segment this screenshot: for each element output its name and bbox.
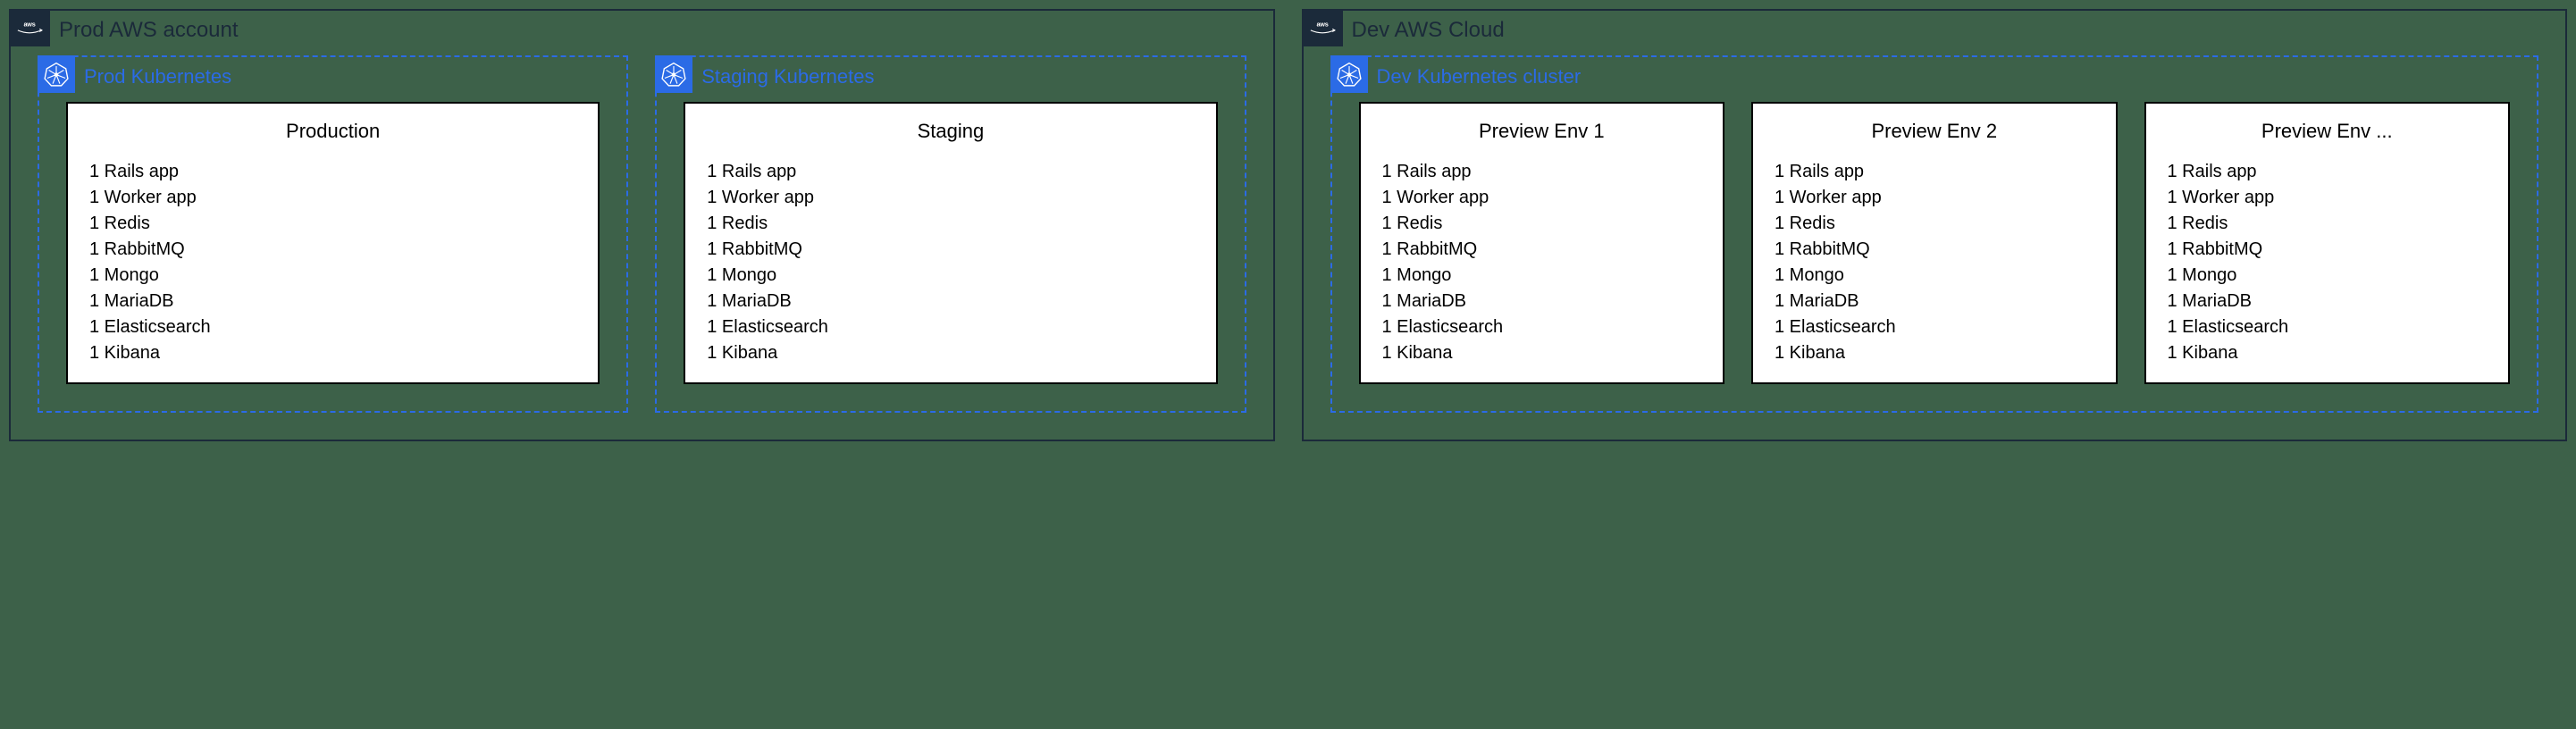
environment-item: 1 Redis xyxy=(2168,211,2488,237)
kubernetes-cluster-header: Dev Kubernetes cluster xyxy=(1330,55,1582,93)
kubernetes-cluster-header: Prod Kubernetes xyxy=(38,55,231,93)
environment-item: 1 Worker app xyxy=(1382,185,1702,211)
environment-item: 1 Worker app xyxy=(2168,185,2488,211)
environment-item: 1 Worker app xyxy=(707,185,1194,211)
environment-item: 1 Kibana xyxy=(2168,340,2488,366)
environment-box: Staging 1 Rails app1 Worker app1 Redis1 R… xyxy=(684,102,1217,384)
environment-title: Preview Env 2 xyxy=(1775,120,2094,143)
aws-logo-icon: aws xyxy=(9,9,50,46)
environment-item: 1 RabbitMQ xyxy=(707,237,1194,263)
kubernetes-cluster-title: Prod Kubernetes xyxy=(84,60,231,88)
environment-item: 1 Kibana xyxy=(1775,340,2094,366)
environment-title: Staging xyxy=(707,120,1194,143)
kubernetes-cluster: Prod Kubernetes Production 1 Rails app1 Wo… xyxy=(38,55,628,413)
environment-item: 1 Redis xyxy=(1382,211,1702,237)
environment-item: 1 Redis xyxy=(1775,211,2094,237)
environment-box: Preview Env 1 1 Rails app1 Worker app1 Re… xyxy=(1359,102,1725,384)
environment-item: 1 Mongo xyxy=(707,263,1194,289)
environments-row: Preview Env 11 Rails app1 Worker app1 Re… xyxy=(1359,102,2511,384)
environment-item: 1 Worker app xyxy=(89,185,576,211)
aws-account-title: Dev AWS Cloud xyxy=(1352,13,1505,43)
environment-item: 1 MariaDB xyxy=(1775,289,2094,314)
environment-item: 1 Elasticsearch xyxy=(2168,314,2488,340)
environment-item: 1 Elasticsearch xyxy=(89,314,576,340)
kubernetes-icon xyxy=(655,55,692,93)
environment-item: 1 Kibana xyxy=(89,340,576,366)
kubernetes-clusters-row: Prod KubernetesProduction1 Rails app1 Wo… xyxy=(38,55,1246,413)
environment-item: 1 Kibana xyxy=(1382,340,1702,366)
aws-account-header: aws Prod AWS account xyxy=(9,9,239,46)
environment-item: 1 Elasticsearch xyxy=(1775,314,2094,340)
environment-item: 1 Rails app xyxy=(2168,159,2488,185)
environment-item: 1 Redis xyxy=(89,211,576,237)
environment-item: 1 Elasticsearch xyxy=(707,314,1194,340)
kubernetes-cluster-title: Staging Kubernetes xyxy=(701,60,874,88)
environment-item: 1 MariaDB xyxy=(2168,289,2488,314)
environment-title: Preview Env 1 xyxy=(1382,120,1702,143)
environment-item: 1 Elasticsearch xyxy=(1382,314,1702,340)
environment-item: 1 Mongo xyxy=(1382,263,1702,289)
environment-title: Production xyxy=(89,120,576,143)
environment-box: Preview Env ...1 Rails app1 Worker app1 … xyxy=(2144,102,2511,384)
environment-item: 1 RabbitMQ xyxy=(1775,237,2094,263)
svg-text:aws: aws xyxy=(23,21,35,29)
environment-item: 1 MariaDB xyxy=(707,289,1194,314)
kubernetes-cluster: Dev Kubernetes cluster Preview Env 1 1 Rai… xyxy=(1330,55,2539,413)
environment-item: 1 RabbitMQ xyxy=(2168,237,2488,263)
aws-account-title: Prod AWS account xyxy=(59,13,239,43)
environment-item: 1 MariaDB xyxy=(89,289,576,314)
environment-box: Production 1 Rails app1 Worker app1 Redis… xyxy=(66,102,600,384)
environment-item: 1 Rails app xyxy=(1382,159,1702,185)
environment-item: 1 Mongo xyxy=(89,263,576,289)
environment-box: Preview Env 2 1 Rails app1 Worker app1 Re… xyxy=(1751,102,2118,384)
aws-account: aws Prod AWS account Prod KubernetesProd… xyxy=(9,9,1275,441)
environment-item: 1 Rails app xyxy=(1775,159,2094,185)
kubernetes-cluster-header: Staging Kubernetes xyxy=(655,55,874,93)
aws-logo-icon: aws xyxy=(1302,9,1343,46)
environment-item: 1 Kibana xyxy=(707,340,1194,366)
kubernetes-icon xyxy=(38,55,75,93)
kubernetes-icon xyxy=(1330,55,1368,93)
environment-item: 1 Worker app xyxy=(1775,185,2094,211)
aws-account: aws Dev AWS Cloud Dev Kubernetes cluster… xyxy=(1302,9,2568,441)
aws-account-header: aws Dev AWS Cloud xyxy=(1302,9,1505,46)
environment-item: 1 Redis xyxy=(707,211,1194,237)
svg-text:aws: aws xyxy=(1316,21,1328,29)
kubernetes-cluster-title: Dev Kubernetes cluster xyxy=(1377,60,1582,88)
environments-row: Production 1 Rails app1 Worker app1 Redis… xyxy=(66,102,600,384)
environment-item: 1 Rails app xyxy=(89,159,576,185)
environment-item: 1 RabbitMQ xyxy=(1382,237,1702,263)
environment-item: 1 Mongo xyxy=(1775,263,2094,289)
environment-item: 1 Rails app xyxy=(707,159,1194,185)
kubernetes-cluster: Staging Kubernetes Staging 1 Rails app1 Wo… xyxy=(655,55,1246,413)
environment-item: 1 RabbitMQ xyxy=(89,237,576,263)
environments-row: Staging 1 Rails app1 Worker app1 Redis1 R… xyxy=(684,102,1217,384)
kubernetes-clusters-row: Dev Kubernetes cluster Preview Env 1 1 Rai… xyxy=(1330,55,2539,413)
environment-item: 1 Mongo xyxy=(2168,263,2488,289)
environment-title: Preview Env ... xyxy=(2168,120,2488,143)
environment-item: 1 MariaDB xyxy=(1382,289,1702,314)
